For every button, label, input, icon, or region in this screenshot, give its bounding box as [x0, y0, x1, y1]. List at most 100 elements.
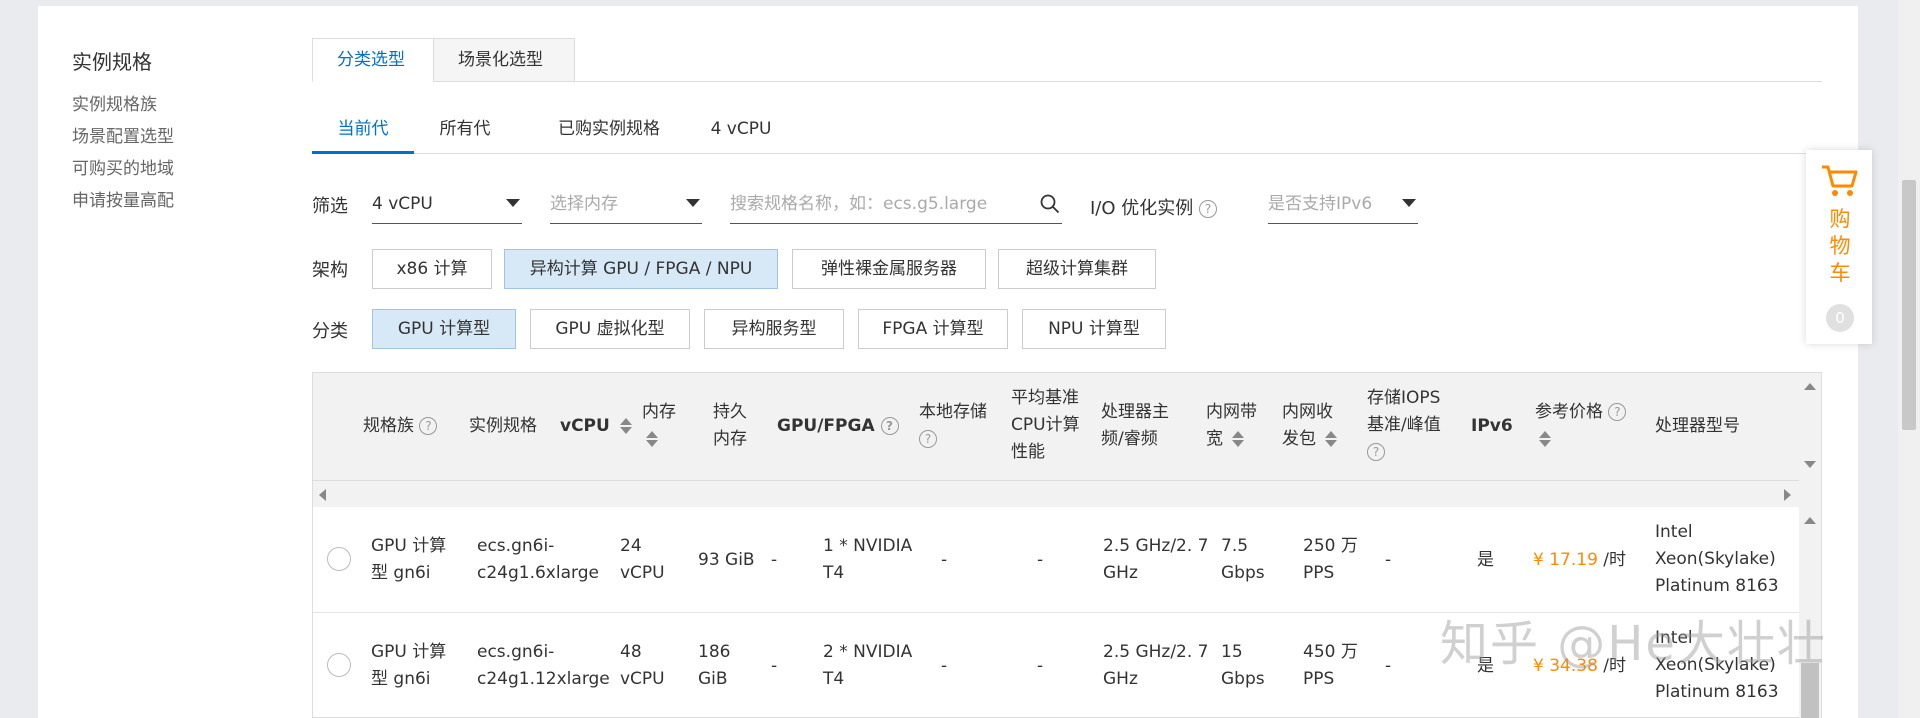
sort-icon[interactable] [1325, 429, 1338, 449]
sort-icon[interactable] [646, 429, 658, 449]
search-icon[interactable] [1040, 194, 1060, 214]
help-icon[interactable]: ? [1367, 443, 1385, 461]
header-cpu-model: 处理器型号 [1655, 416, 1740, 436]
cell-bandwidth: 7.5 Gbps [1221, 536, 1265, 583]
cell-cpu-model: Intel Xeon(Skylake) Platinum 8163 [1655, 522, 1779, 596]
memory-select[interactable]: 选择内存 [550, 184, 702, 224]
search-input-placeholder: 搜索规格名称，如：ecs.g5.large [730, 194, 988, 214]
vcpu-select-value: 4 vCPU [372, 194, 433, 214]
tab-4vcpu[interactable]: 4 vCPU [696, 110, 786, 154]
chevron-down-icon [1402, 199, 1416, 207]
scroll-left-icon[interactable] [319, 489, 326, 501]
io-optimized-filter[interactable]: I/O 优化实例 ? [1090, 194, 1217, 220]
cell-frequency: 2.5 GHz/2. 7 GHz [1103, 642, 1209, 689]
left-nav-item-scenario[interactable]: 场景配置选型 [72, 121, 252, 153]
cell-frequency: 2.5 GHz/2. 7 GHz [1103, 536, 1209, 583]
ipv6-select[interactable]: 是否支持IPv6 [1268, 184, 1418, 224]
cell-pps: 450 万 PPS [1303, 642, 1358, 689]
sort-icon[interactable] [619, 416, 632, 436]
help-icon[interactable]: ? [880, 417, 899, 435]
tab-all-gen[interactable]: 所有代 [432, 110, 498, 154]
scroll-down-icon[interactable] [1804, 461, 1816, 468]
tab-purchased[interactable]: 已购实例规格 [538, 110, 680, 154]
help-icon[interactable]: ? [1608, 403, 1627, 421]
io-optimized-label: I/O 优化实例 [1090, 198, 1194, 219]
left-nav-item-families[interactable]: 实例规格族 [72, 89, 252, 121]
arch-option-super-cluster[interactable]: 超级计算集群 [998, 249, 1156, 289]
cart-label: 购 物 车 [1829, 207, 1851, 285]
cart-count-badge: 0 [1826, 304, 1854, 332]
horizontal-scrollbar[interactable] [313, 481, 1821, 507]
tab-current-gen[interactable]: 当前代 [312, 110, 414, 154]
scroll-right-icon[interactable] [1784, 489, 1791, 501]
left-nav-item-apply[interactable]: 申请按量高配 [72, 185, 252, 217]
help-icon[interactable]: ? [1199, 200, 1217, 218]
left-nav: 实例规格 实例规格族 场景配置选型 可购买的地域 申请按量高配 [72, 46, 252, 217]
cell-pps: 250 万 PPS [1303, 536, 1358, 583]
header-local-storage: 本地存储 ? [919, 402, 987, 448]
vcpu-select[interactable]: 4 vCPU [372, 184, 522, 224]
arch-option-heterogeneous[interactable]: 异构计算 GPU / FPGA / NPU [504, 249, 778, 289]
shopping-cart[interactable]: 购 物 车 0 [1806, 150, 1872, 344]
left-nav-item-regions[interactable]: 可购买的地域 [72, 153, 252, 185]
arch-label: 架构 [312, 260, 348, 281]
header-vcpu[interactable]: vCPU [560, 413, 632, 440]
cell-bandwidth: 15 Gbps [1221, 642, 1265, 689]
page-scrollbar-thumb[interactable] [1902, 180, 1916, 430]
cell-iops: - [1385, 656, 1392, 676]
header-gpu: GPU/FPGA ? [777, 413, 899, 440]
cell-memory: 93 GiB [698, 550, 755, 570]
sort-icon[interactable] [1232, 429, 1245, 449]
table-header: 规格族 ? 实例规格 vCPU 内存 持久 内存 GPU/FPGA ? 本地存储… [313, 373, 1821, 481]
header-price[interactable]: 参考价格 ? [1535, 399, 1627, 453]
chevron-down-icon [686, 199, 700, 207]
header-iops: 存储IOPS 基准/峰值 ? [1367, 388, 1441, 461]
category-option-gpu-compute[interactable]: GPU 计算型 [372, 309, 516, 349]
arch-option-bare-metal[interactable]: 弹性裸金属服务器 [792, 249, 986, 289]
cell-cpu-perf: - [1037, 656, 1044, 676]
selection-mode-tabs: 分类选型 场景化选型 [312, 38, 1822, 82]
cell-family: GPU 计算 型 gn6i [371, 642, 447, 689]
price-unit: /时 [1603, 550, 1627, 570]
row-select-radio[interactable] [327, 547, 351, 571]
header-bandwidth[interactable]: 内网带 宽 [1206, 399, 1257, 453]
arch-option-x86[interactable]: x86 计算 [372, 249, 492, 289]
category-option-gpu-virtual[interactable]: GPU 虚拟化型 [530, 309, 690, 349]
cell-gpu: 1 * NVIDIA T4 [823, 536, 913, 583]
help-icon[interactable]: ? [919, 430, 937, 448]
memory-select-placeholder: 选择内存 [550, 194, 618, 214]
row-select-radio[interactable] [327, 653, 351, 677]
cell-vcpu: 48 vCPU [620, 642, 665, 689]
scroll-up-icon[interactable] [1804, 383, 1816, 390]
header-cpu-perf: 平均基准 CPU计算 性能 [1011, 388, 1080, 462]
header-scrollbar[interactable] [1799, 373, 1821, 481]
cell-local: - [941, 656, 948, 676]
header-spec: 实例规格 [469, 416, 537, 436]
header-frequency: 处理器主 频/睿频 [1101, 402, 1169, 449]
price-value: ¥ 17.19 [1533, 550, 1598, 570]
cell-pmem: - [771, 550, 778, 570]
category-option-npu[interactable]: NPU 计算型 [1022, 309, 1166, 349]
header-memory[interactable]: 内存 [642, 399, 676, 453]
header-persistent-memory: 持久 内存 [713, 402, 747, 449]
category-option-heterogeneous-service[interactable]: 异构服务型 [704, 309, 844, 349]
page-scrollbar[interactable] [1898, 0, 1920, 718]
header-ipv6: IPv6 [1471, 416, 1513, 436]
header-pps[interactable]: 内网收 发包 [1282, 399, 1338, 453]
tab-category-selection[interactable]: 分类选型 [312, 38, 434, 82]
table-row[interactable]: GPU 计算 型 gn6i ecs.gn6i- c24g1.6xlarge 24… [313, 507, 1803, 613]
cell-local: - [941, 550, 948, 570]
scroll-up-icon[interactable] [1804, 517, 1816, 524]
sort-icon[interactable] [1539, 429, 1551, 449]
cell-gpu: 2 * NVIDIA T4 [823, 642, 913, 689]
ipv6-select-placeholder: 是否支持IPv6 [1268, 194, 1373, 214]
watermark: 知乎 @He大壮壮 [1440, 616, 1827, 672]
cell-iops: - [1385, 550, 1392, 570]
tab-scenario-selection[interactable]: 场景化选型 [433, 38, 575, 82]
help-icon[interactable]: ? [419, 417, 438, 435]
category-option-fpga[interactable]: FPGA 计算型 [858, 309, 1008, 349]
cell-memory: 186 GiB [698, 642, 731, 689]
cell-cpu-perf: - [1037, 550, 1044, 570]
search-input[interactable]: 搜索规格名称，如：ecs.g5.large [730, 184, 1062, 224]
header-family: 规格族 ? [363, 413, 438, 440]
